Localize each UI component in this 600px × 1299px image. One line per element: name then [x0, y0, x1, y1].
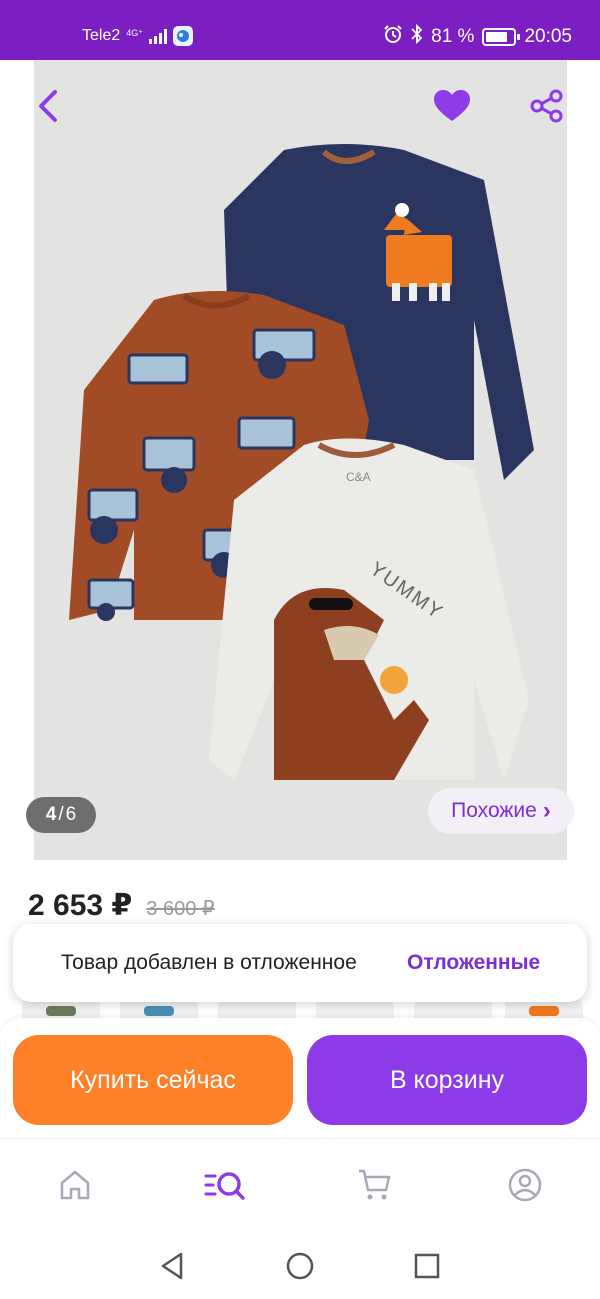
toast-message: Товар добавлен в отложенное — [61, 951, 357, 974]
clock: 20:05 — [524, 26, 572, 47]
current-price: 2 653 ₽ — [28, 889, 133, 922]
status-left: Tele2 4G⁺ — [82, 26, 194, 46]
nav-cart[interactable] — [350, 1165, 400, 1205]
purchase-actions: Купить сейчас В корзину — [0, 1018, 600, 1138]
product-photo[interactable]: C&A YUMMY — [34, 60, 567, 860]
chevron-left-icon — [39, 90, 57, 122]
price-row: 2 653 ₽ 3 600 ₽ — [28, 888, 215, 923]
nav-profile[interactable] — [500, 1165, 550, 1205]
back-button[interactable] — [30, 88, 66, 124]
similar-button[interactable]: Похожие › — [428, 788, 574, 834]
share-button[interactable] — [527, 88, 567, 124]
system-recents-button[interactable] — [407, 1248, 447, 1284]
heart-icon — [434, 90, 470, 121]
system-back-button[interactable] — [152, 1248, 192, 1284]
bluetooth-icon — [411, 23, 423, 50]
circle-home-icon — [286, 1252, 314, 1280]
status-bar: Tele2 4G⁺ 81 % 20:05 — [0, 0, 600, 60]
alarm-icon — [383, 24, 403, 50]
old-price: 3 600 ₽ — [146, 898, 215, 920]
square-recents-icon — [414, 1253, 440, 1279]
system-navigation — [0, 1234, 600, 1299]
buy-now-button[interactable]: Купить сейчас — [13, 1035, 293, 1125]
nav-home[interactable] — [50, 1165, 100, 1205]
image-counter: 4 / 6 — [26, 797, 96, 833]
battery-percent: 81 % — [431, 26, 475, 47]
profile-icon — [508, 1168, 542, 1202]
product-gallery[interactable]: C&A YUMMY 4 / 6 Похожие › — [0, 60, 600, 860]
carrier-name: Tele2 — [82, 27, 121, 44]
add-to-cart-button[interactable]: В корзину — [307, 1035, 587, 1125]
triangle-back-icon — [161, 1252, 183, 1280]
network-type: 4G⁺ — [126, 28, 144, 38]
signal-icon — [149, 28, 168, 44]
bottom-navigation — [0, 1138, 600, 1234]
app-notification-icon — [173, 26, 194, 46]
product-illustration — [69, 144, 534, 780]
toast-favorites-link[interactable]: Отложенные — [407, 951, 540, 975]
favorites-toast: Товар добавлен в отложенное Отложенные — [13, 924, 587, 1002]
favorite-button[interactable] — [432, 88, 472, 124]
photo-brand-text: C&A — [346, 470, 371, 484]
home-icon — [60, 1170, 90, 1200]
status-right: 81 % 20:05 — [383, 23, 572, 50]
share-icon — [530, 89, 563, 123]
battery-icon — [482, 28, 521, 46]
system-home-button[interactable] — [280, 1248, 320, 1284]
similar-label: Похожие — [451, 799, 537, 822]
chevron-right-icon: › — [542, 797, 551, 824]
cart-icon — [359, 1169, 391, 1200]
nav-catalog[interactable] — [200, 1165, 250, 1205]
image-counter-current: 4 — [45, 804, 57, 825]
image-counter-separator: / — [58, 804, 64, 825]
catalog-search-icon — [204, 1172, 245, 1200]
image-counter-total: 6 — [65, 804, 77, 825]
